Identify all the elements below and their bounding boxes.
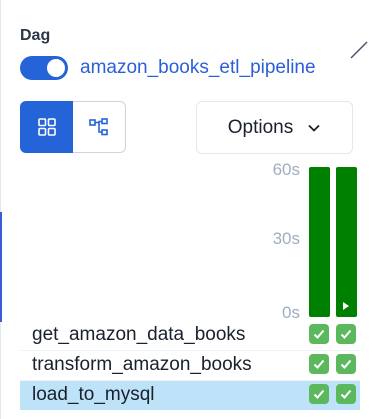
task-instance-success-icon[interactable]: [309, 384, 329, 404]
panel-divider: [0, 0, 1, 419]
check-icon: [313, 329, 325, 339]
graph-icon: [89, 118, 108, 136]
check-icon: [340, 359, 352, 369]
toggle-knob: [47, 59, 65, 77]
axis-tick-0s: 0s: [282, 303, 300, 322]
check-icon: [313, 389, 325, 399]
task-row-selected[interactable]: load_to_mysql: [20, 381, 360, 410]
task-row[interactable]: get_amazon_data_books: [20, 321, 360, 351]
task-name: load_to_mysql: [32, 384, 155, 405]
task-name: transform_amazon_books: [32, 354, 252, 375]
resize-handle[interactable]: [0, 212, 2, 322]
options-label: Options: [227, 116, 294, 138]
options-button[interactable]: Options: [196, 101, 353, 154]
graph-view-button[interactable]: [73, 101, 126, 153]
dag-pause-toggle[interactable]: [20, 56, 68, 80]
check-icon: [313, 359, 325, 369]
task-instance-success-icon[interactable]: [309, 354, 329, 374]
dag-name-link[interactable]: amazon_books_etl_pipeline: [80, 56, 316, 80]
task-instance-success-icon[interactable]: [336, 384, 356, 404]
grid-icon: [37, 118, 56, 136]
manual-run-icon: [343, 302, 349, 310]
check-icon: [340, 329, 352, 339]
dag-run-bar[interactable]: [309, 167, 330, 317]
grid-view-button[interactable]: [20, 101, 73, 153]
dag-label: Dag: [20, 27, 51, 44]
axis-tick-30s: 30s: [272, 229, 300, 248]
task-instance-success-icon[interactable]: [336, 324, 356, 344]
chevron-down-icon: [308, 124, 320, 132]
axis-tick-60s: 60s: [272, 160, 300, 179]
check-icon: [340, 389, 352, 399]
task-name: get_amazon_data_books: [32, 324, 246, 345]
task-row[interactable]: transform_amazon_books: [20, 351, 360, 381]
dag-run-bar[interactable]: [336, 167, 357, 317]
task-instance-success-icon[interactable]: [309, 324, 329, 344]
breadcrumb-separator-icon: [350, 41, 368, 59]
task-instance-success-icon[interactable]: [336, 354, 356, 374]
